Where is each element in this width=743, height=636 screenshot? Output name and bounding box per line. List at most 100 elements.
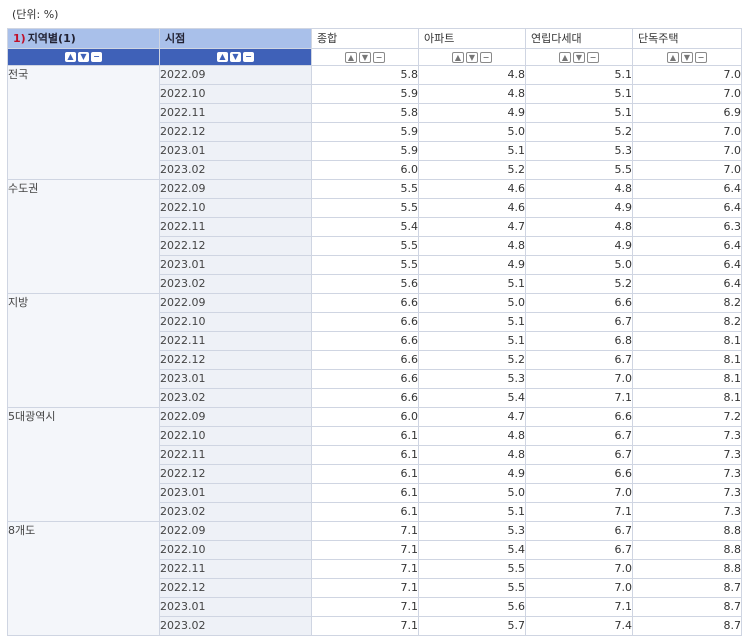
period-header[interactable]: 시점: [159, 28, 312, 49]
value-cell: 7.1: [525, 388, 633, 408]
value-cell: 4.9: [418, 255, 526, 275]
value-cell: 5.1: [525, 103, 633, 123]
period-cell: 2022.09: [159, 407, 312, 427]
value-cell: 6.8: [525, 331, 633, 351]
sort-ascending-icon[interactable]: ▲: [65, 52, 76, 62]
region-cell: 수도권: [7, 179, 160, 294]
value-cell: 8.1: [632, 350, 742, 370]
region-header-label: 지역별(1): [27, 32, 76, 45]
value-cell: 7.0: [525, 578, 633, 598]
value-cell: 4.7: [418, 217, 526, 237]
table-row: 8개도 2022.09 7.1 5.3 6.7 8.8: [7, 521, 742, 636]
value-cell: 5.5: [311, 198, 419, 218]
value-cell: 7.0: [525, 559, 633, 579]
value-cell: 7.3: [632, 502, 742, 522]
value-cell: 5.6: [418, 597, 526, 617]
remove-icon[interactable]: −: [243, 52, 254, 62]
value-cell: 8.1: [632, 369, 742, 389]
value-cell: 7.1: [311, 521, 419, 541]
value-cell: 5.0: [418, 293, 526, 313]
value-cell: 6.1: [311, 445, 419, 465]
sort-ascending-icon[interactable]: ▲: [667, 51, 679, 63]
remove-icon[interactable]: −: [587, 51, 599, 63]
sort-descending-icon[interactable]: ▼: [573, 51, 585, 63]
remove-icon[interactable]: −: [373, 51, 385, 63]
value-cell: 5.3: [418, 521, 526, 541]
value-cell: 6.7: [525, 312, 633, 332]
value-cell: 6.4: [632, 274, 742, 294]
value-cell: 4.8: [418, 426, 526, 446]
value-cell: 4.6: [418, 198, 526, 218]
sort-descending-icon[interactable]: ▼: [230, 52, 241, 62]
value-cell: 7.0: [632, 160, 742, 180]
sort-descending-icon[interactable]: ▼: [78, 52, 89, 62]
region-cell: 5대광역시: [7, 407, 160, 522]
sort-ascending-icon[interactable]: ▲: [559, 51, 571, 63]
sort-ascending-icon[interactable]: ▲: [345, 51, 357, 63]
value-cell: 5.8: [311, 65, 419, 85]
period-cell: 2022.11: [159, 559, 312, 579]
value-cell: 6.6: [311, 312, 419, 332]
value-cell: 8.2: [632, 293, 742, 313]
value-cell: 5.5: [311, 255, 419, 275]
row-house-sort-controls: ▲ ▼ −: [525, 48, 633, 66]
value-cell: 5.4: [418, 540, 526, 560]
value-cell: 5.2: [418, 350, 526, 370]
value-cell: 7.0: [632, 65, 742, 85]
value-cell: 6.6: [311, 388, 419, 408]
period-cell: 2022.12: [159, 236, 312, 256]
period-cell: 2022.12: [159, 122, 312, 142]
value-cell: 6.4: [632, 179, 742, 199]
sort-descending-icon[interactable]: ▼: [681, 51, 693, 63]
value-cell: 6.0: [311, 160, 419, 180]
region-header[interactable]: 1) 지역별(1): [7, 28, 160, 49]
sort-descending-icon[interactable]: ▼: [359, 51, 371, 63]
value-cell: 4.8: [418, 236, 526, 256]
item-header-total[interactable]: 종합: [311, 28, 419, 49]
sort-ascending-icon[interactable]: ▲: [452, 51, 464, 63]
sort-descending-icon[interactable]: ▼: [466, 51, 478, 63]
value-cell: 5.4: [418, 388, 526, 408]
value-cell: 5.0: [418, 483, 526, 503]
period-cell: 2022.12: [159, 578, 312, 598]
value-cell: 7.1: [311, 578, 419, 598]
remove-icon[interactable]: −: [91, 52, 102, 62]
period-cell: 2023.02: [159, 160, 312, 180]
region-cell: 지방: [7, 293, 160, 408]
table-row: 지방 2022.09 6.6 5.0 6.6 8.2: [7, 293, 742, 408]
table-row: 수도권 2022.09 5.5 4.6 4.8 6.4: [7, 179, 742, 294]
value-cell: 5.1: [418, 141, 526, 161]
value-cell: 5.0: [525, 255, 633, 275]
value-cell: 5.4: [311, 217, 419, 237]
value-cell: 5.9: [311, 122, 419, 142]
detached-house-sort-controls: ▲ ▼ −: [632, 48, 742, 66]
period-cell: 2022.12: [159, 464, 312, 484]
value-cell: 5.1: [418, 312, 526, 332]
item-header-detached-house[interactable]: 단독주택: [632, 28, 742, 49]
value-cell: 6.7: [525, 540, 633, 560]
value-cell: 7.1: [525, 597, 633, 617]
sort-ascending-icon[interactable]: ▲: [217, 52, 228, 62]
value-cell: 6.7: [525, 426, 633, 446]
value-cell: 5.5: [525, 160, 633, 180]
item-header-row-house[interactable]: 연립다세대: [525, 28, 633, 49]
value-cell: 8.7: [632, 597, 742, 617]
value-cell: 5.1: [418, 274, 526, 294]
item-header-apartment[interactable]: 아파트: [418, 28, 526, 49]
value-cell: 8.7: [632, 578, 742, 598]
value-cell: 6.7: [525, 521, 633, 541]
period-cell: 2022.11: [159, 445, 312, 465]
value-cell: 7.1: [311, 559, 419, 579]
value-cell: 7.3: [632, 445, 742, 465]
remove-icon[interactable]: −: [480, 51, 492, 63]
value-cell: 7.0: [632, 122, 742, 142]
value-cell: 5.5: [311, 179, 419, 199]
value-cell: 6.6: [311, 369, 419, 389]
value-cell: 6.4: [632, 255, 742, 275]
remove-icon[interactable]: −: [695, 51, 707, 63]
table-row: 전국 2022.09 5.8 4.8 5.1 7.0: [7, 65, 742, 180]
value-cell: 6.7: [525, 350, 633, 370]
region-header-num: 1): [13, 32, 26, 45]
region-sort-controls: ▲ ▼ −: [7, 48, 160, 66]
value-cell: 7.1: [525, 502, 633, 522]
